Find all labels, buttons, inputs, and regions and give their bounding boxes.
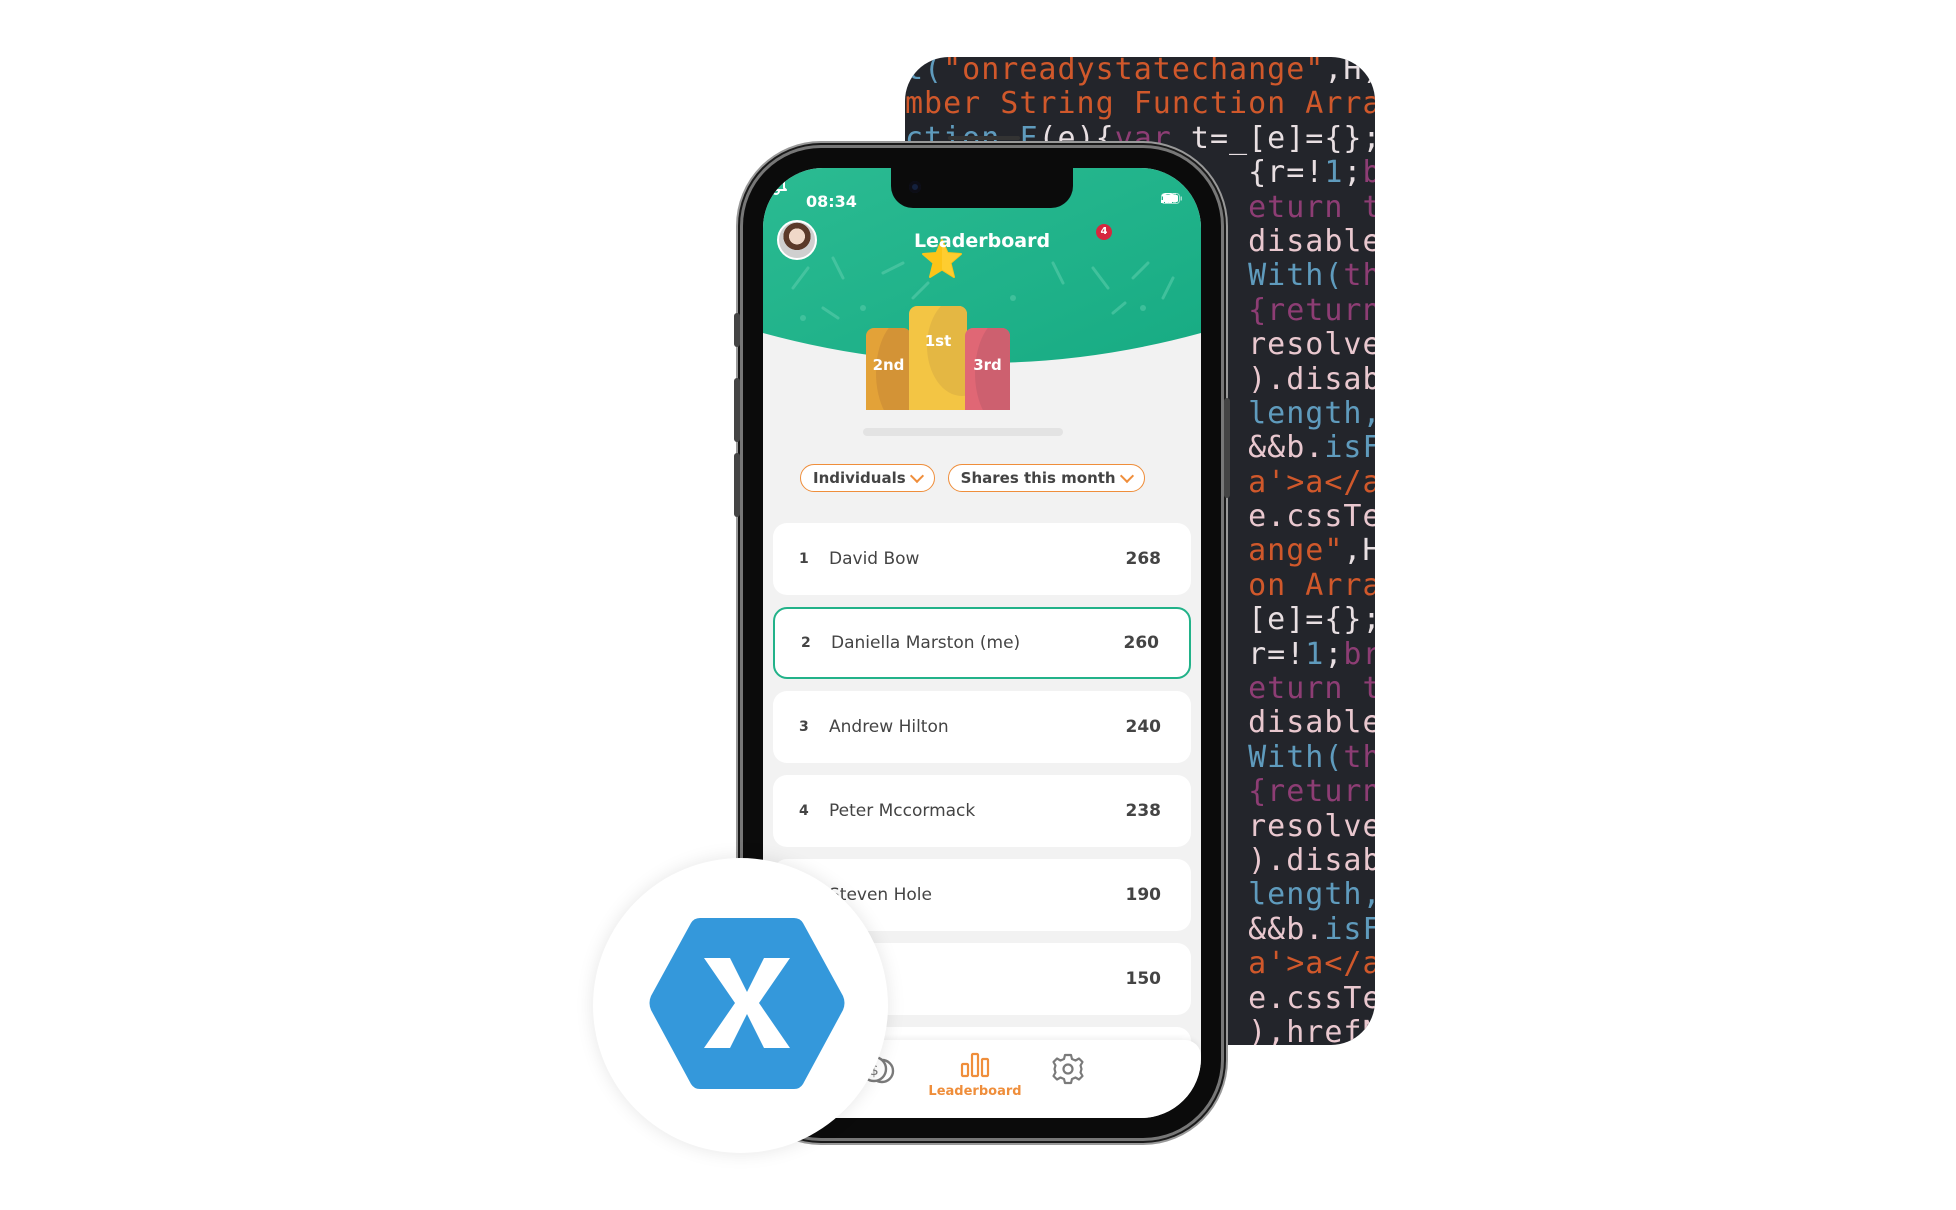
code-token: t=_[e]={};: [1171, 120, 1375, 156]
gear-icon: [1052, 1053, 1084, 1085]
xamarin-badge: [593, 858, 888, 1153]
rank-number: 2: [801, 635, 811, 651]
podium-base: [863, 428, 1063, 436]
volume-down-button: [734, 453, 740, 517]
score-value: 260: [1123, 633, 1160, 653]
code-token: break: [1362, 155, 1375, 191]
code-token: 1: [1324, 155, 1344, 191]
code-token: this,: [1343, 258, 1375, 294]
leaderboard-row[interactable]: 3 Andrew Hilton 240: [773, 691, 1191, 763]
code-token: mber String Function Array D: [905, 86, 1375, 122]
leaderboard-row[interactable]: 1 David Bow 268: [773, 523, 1191, 595]
status-time: 08:34: [806, 192, 857, 211]
code-token: isFunc: [1324, 430, 1375, 466]
leaderboard-header: 08:34 Leaderboard 4 2nd 1st 3rd: [763, 168, 1201, 498]
podium-second: 2nd: [866, 328, 911, 410]
podium-third: 3rd: [965, 328, 1010, 410]
rank-number: 4: [799, 803, 809, 819]
notification-badge: 4: [1096, 224, 1112, 240]
participant-name: Peter Mccormack: [829, 801, 976, 821]
bar-chart-icon: [960, 1052, 990, 1078]
chevron-down-icon: [1119, 468, 1134, 483]
power-button: [1224, 398, 1230, 498]
mute-switch: [734, 313, 740, 347]
score-value: 150: [1125, 969, 1162, 989]
leaderboard-row-current-user[interactable]: 2 Daniella Marston (me) 260: [773, 607, 1191, 679]
volume-up-button: [734, 378, 740, 442]
front-camera: [909, 181, 921, 193]
metric-period-label: Shares this month: [960, 469, 1116, 487]
chevron-down-icon: [909, 468, 924, 483]
participant-name: Daniella Marston (me): [831, 633, 1021, 653]
metric-period-dropdown[interactable]: Shares this month: [947, 464, 1145, 492]
code-token: break: [1343, 636, 1375, 672]
code-token: 1: [1305, 636, 1325, 672]
group-type-dropdown[interactable]: Individuals: [800, 464, 935, 492]
notch: [891, 168, 1073, 208]
code-token: isFunc: [1324, 911, 1375, 947]
code-token: t(: [905, 57, 944, 87]
podium-first-label: 1st: [924, 332, 952, 350]
participant-name: David Bow: [829, 549, 920, 569]
rank-number: 1: [799, 551, 809, 567]
code-line: mber String Function Array D: [905, 87, 1375, 121]
podium-first: 1st: [909, 306, 967, 410]
code-token: ;: [1343, 155, 1363, 191]
score-value: 240: [1125, 717, 1162, 737]
tab-leaderboard-label: Leaderboard: [928, 1084, 1022, 1099]
score-value: 238: [1125, 801, 1162, 821]
bell-icon[interactable]: [763, 168, 789, 196]
xamarin-logo-icon: [649, 918, 845, 1089]
battery-icon: [1161, 193, 1182, 204]
podium-third-label: 3rd: [973, 356, 1002, 374]
podium-second-label: 2nd: [872, 356, 905, 374]
tab-leaderboard[interactable]: Leaderboard: [925, 1052, 1025, 1099]
group-type-label: Individuals: [813, 469, 906, 487]
participant-name: Andrew Hilton: [829, 717, 949, 737]
tab-settings[interactable]: [1051, 1052, 1085, 1090]
code-token: ,H),e: [1343, 533, 1375, 569]
code-token: ;: [1324, 636, 1344, 672]
filter-bar: Individuals Shares this month: [800, 464, 1145, 492]
code-token: ,H),: [1324, 57, 1375, 87]
rank-number: 3: [799, 719, 809, 735]
page-title: Leaderboard: [913, 230, 1051, 252]
code-token: "onreadystatechange": [943, 57, 1325, 87]
code-token: this,: [1343, 739, 1375, 775]
score-value: 190: [1125, 885, 1162, 905]
speaker-grille: [948, 136, 1020, 140]
score-value: 268: [1125, 549, 1162, 569]
code-line: t("onreadystatechange",H),: [905, 57, 1375, 87]
leaderboard-row[interactable]: 4 Peter Mccormack 238: [773, 775, 1191, 847]
